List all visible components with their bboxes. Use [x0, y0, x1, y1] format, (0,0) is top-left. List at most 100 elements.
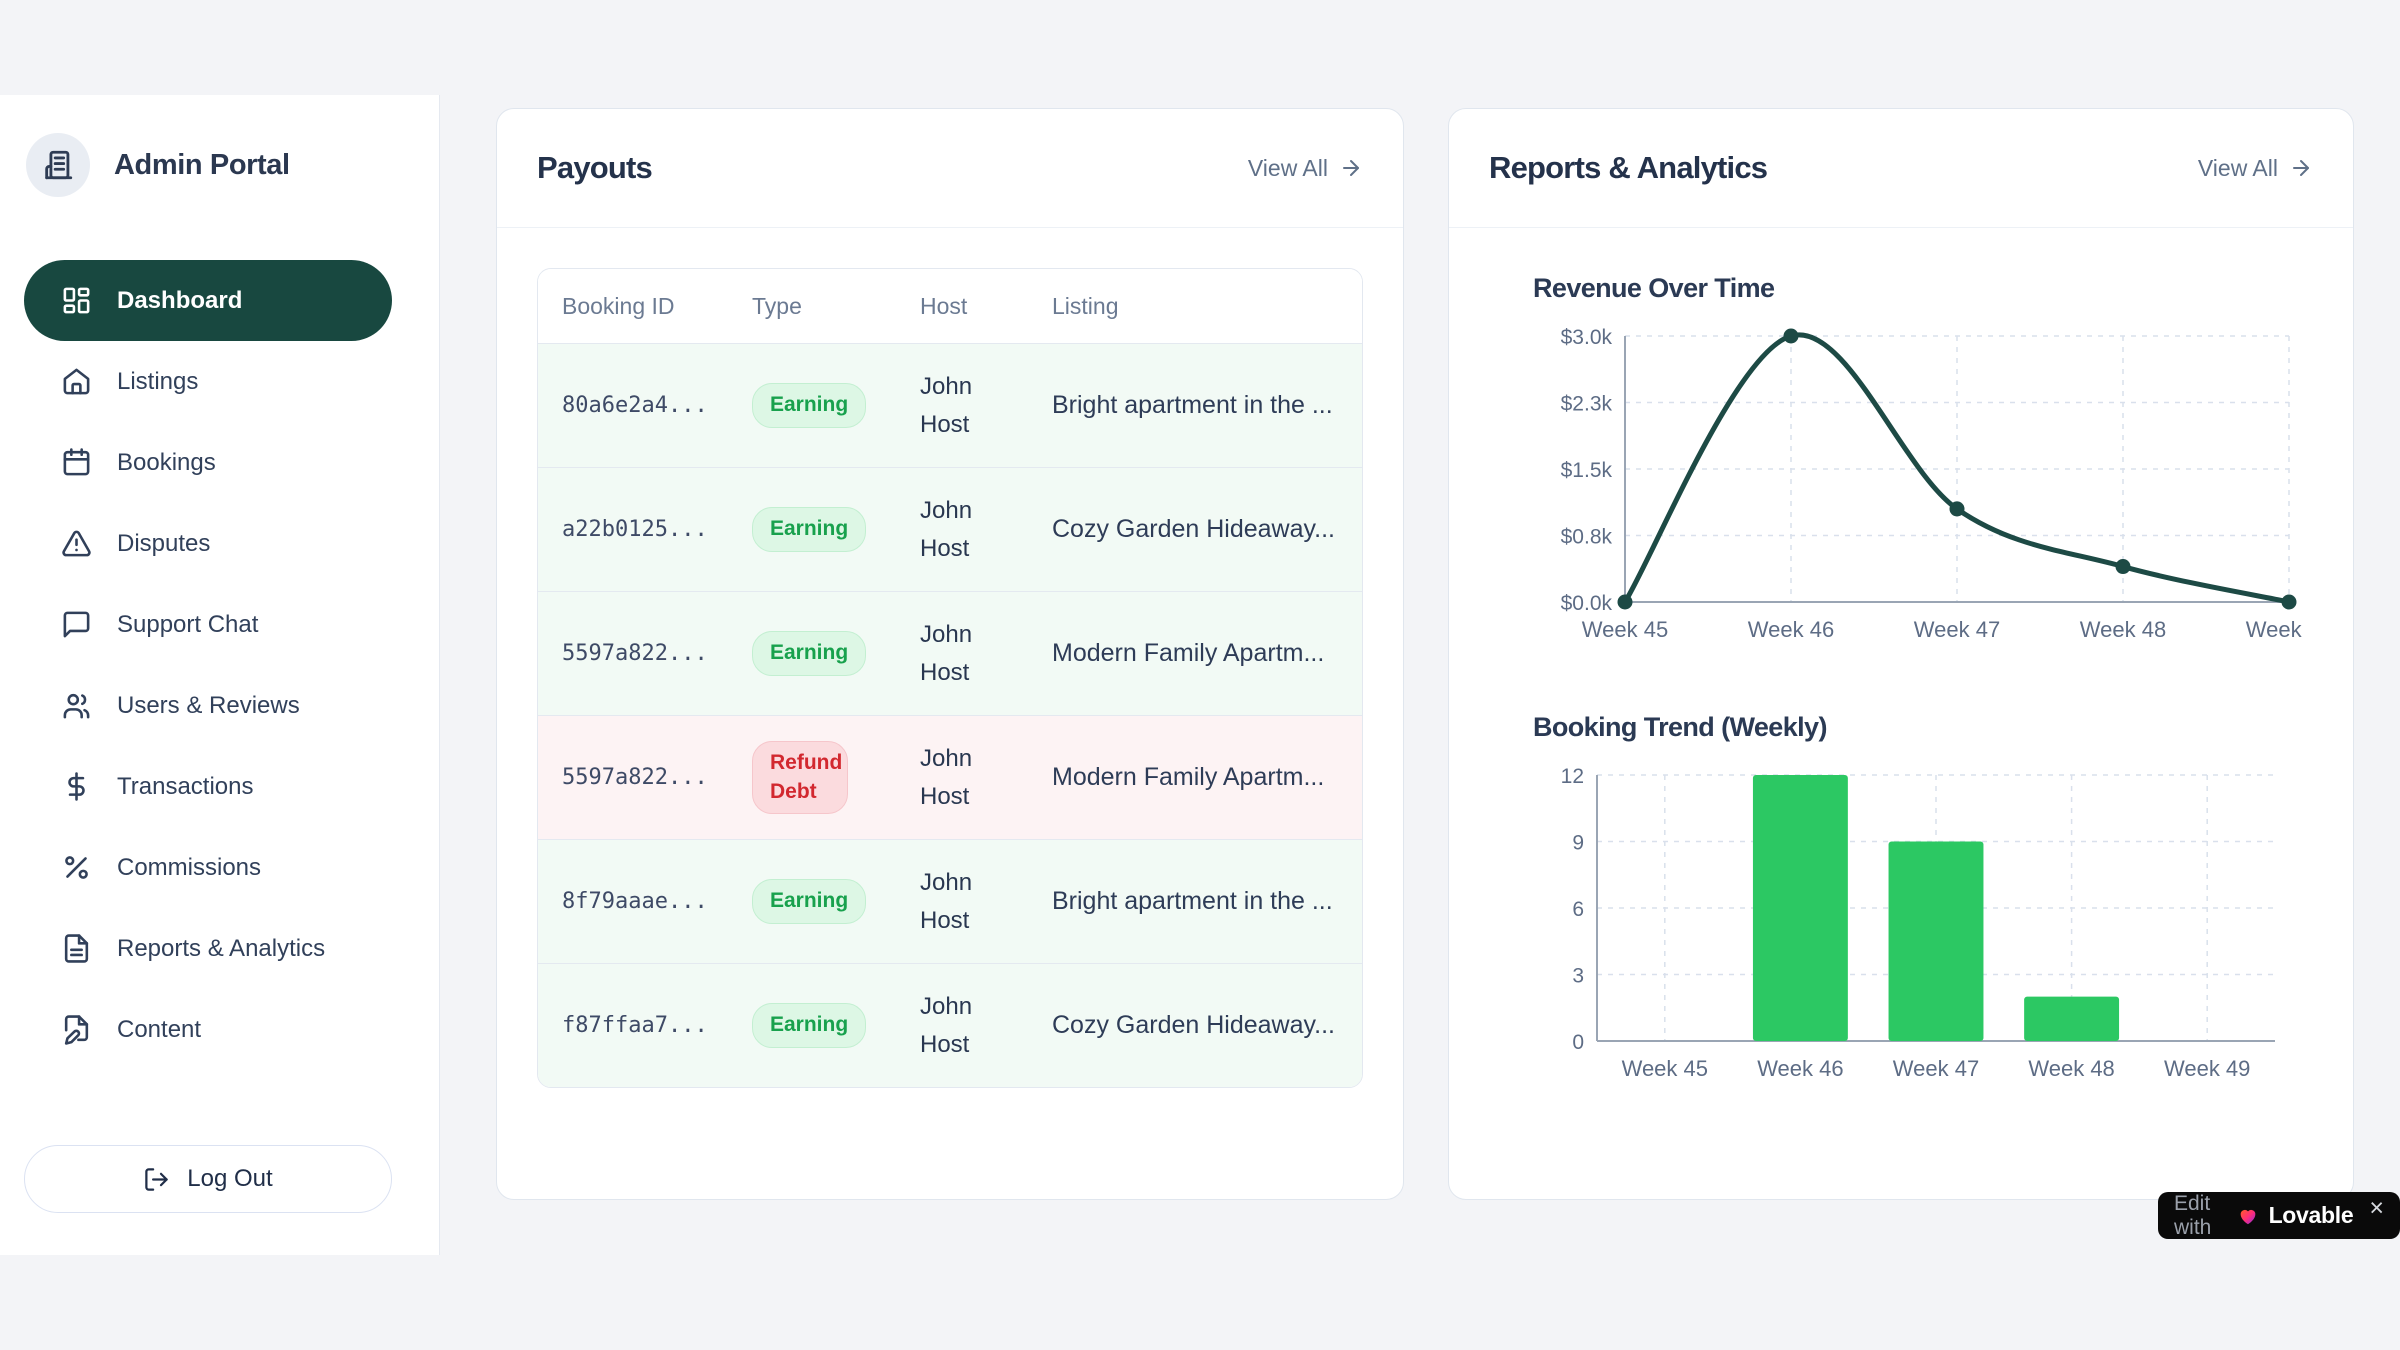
- sidebar-item-label: Users & Reviews: [117, 692, 300, 720]
- svg-text:Week 47: Week 47: [1893, 1056, 1979, 1081]
- host-cell: John Host: [896, 740, 1028, 814]
- host-cell: John Host: [896, 616, 1028, 690]
- booking-trend-bar-chart: 0 3 6 9 12 Week 45 Week 46 Week 47 Week 48 Week 4…: [1533, 759, 2303, 1089]
- booking-id-cell: 8f79aaae...: [538, 889, 728, 914]
- type-cell: Earning: [728, 879, 896, 923]
- reports-card-header: Reports & Analytics View All: [1449, 109, 2353, 228]
- sidebar-item-label: Disputes: [117, 530, 210, 558]
- svg-text:Week 46: Week 46: [1748, 617, 1834, 642]
- type-badge: Refund Debt: [752, 741, 848, 814]
- svg-text:$3.0k: $3.0k: [1561, 326, 1613, 349]
- revenue-line-chart: $0.0k $0.8k $1.5k $2.3k $3.0k Week 45 Week 46 W…: [1533, 320, 2303, 650]
- sidebar-item-label: Content: [117, 1016, 201, 1044]
- column-header-host: Host: [896, 293, 1028, 320]
- type-badge: Earning: [752, 383, 866, 427]
- type-badge: Earning: [752, 631, 866, 675]
- booking-id-cell: 5597a822...: [538, 641, 728, 666]
- file-pen-icon: [61, 1014, 92, 1045]
- table-row: 5597a822... Earning John HostModern Family…: [538, 591, 1362, 715]
- message-square-icon: [61, 609, 92, 640]
- host-cell: John Host: [896, 368, 1028, 442]
- sidebar-item-commissions[interactable]: Commissions: [24, 827, 392, 908]
- svg-text:Week 46: Week 46: [1757, 1056, 1843, 1081]
- file-text-icon: [61, 933, 92, 964]
- building-icon: [26, 133, 90, 197]
- svg-text:6: 6: [1572, 898, 1584, 921]
- listing-cell: Cozy Garden Hideaway...: [1028, 1011, 1362, 1040]
- sidebar-item-label: Support Chat: [117, 611, 258, 639]
- column-header-listing: Listing: [1028, 293, 1362, 320]
- dollar-sign-icon: [61, 771, 92, 802]
- sidebar-nav: Dashboard Listings Bookings Disputes Support…: [24, 260, 392, 1070]
- table-row: a22b0125...EarningJohn HostCozy Garden H…: [538, 467, 1362, 591]
- svg-text:3: 3: [1572, 965, 1584, 988]
- percent-icon: [61, 852, 92, 883]
- revenue-chart-title: Revenue Over Time: [1533, 273, 2353, 304]
- svg-text:9: 9: [1572, 832, 1584, 855]
- sidebar-item-label: Dashboard: [117, 287, 242, 315]
- svg-text:$0.8k: $0.8k: [1561, 526, 1613, 549]
- svg-text:Week 45: Week 45: [1582, 617, 1668, 642]
- lovable-heart-icon: [2237, 1205, 2259, 1227]
- app-logo-row: Admin Portal: [26, 133, 290, 197]
- listing-cell: Cozy Garden Hideaway...: [1028, 515, 1362, 544]
- home-icon: [61, 366, 92, 397]
- svg-text:Week 49: Week 49: [2246, 617, 2303, 642]
- listing-cell: Modern Family Apartm...: [1028, 639, 1362, 668]
- listing-cell: Modern Family Apartm...: [1028, 763, 1362, 792]
- arrow-right-icon: [2289, 156, 2313, 180]
- view-all-label: View All: [2198, 155, 2278, 182]
- payouts-card-header: Payouts View All: [497, 109, 1403, 228]
- type-cell: Earning: [728, 383, 896, 427]
- svg-text:Week 48: Week 48: [2028, 1056, 2114, 1081]
- host-cell: John Host: [896, 492, 1028, 566]
- sidebar-item-content[interactable]: Content: [24, 989, 392, 1070]
- sidebar-item-label: Transactions: [117, 773, 254, 801]
- edit-with-lovable-badge[interactable]: Edit with Lovable ×: [2158, 1192, 2400, 1239]
- payouts-view-all-button[interactable]: View All: [1248, 155, 1363, 182]
- type-cell: Earning: [728, 507, 896, 551]
- sidebar-item-transactions[interactable]: Transactions: [24, 746, 392, 827]
- table-row: f87ffaa7...EarningJohn HostCozy Garden H…: [538, 963, 1362, 1087]
- svg-text:$1.5k: $1.5k: [1561, 459, 1613, 482]
- sidebar-item-listings[interactable]: Listings: [24, 341, 392, 422]
- sidebar-item-label: Listings: [117, 368, 198, 396]
- payouts-table-header: Booking ID Type Host Listing: [538, 269, 1362, 343]
- listing-cell: Bright apartment in the ...: [1028, 887, 1362, 916]
- svg-text:12: 12: [1561, 765, 1584, 788]
- host-cell: John Host: [896, 864, 1028, 938]
- booking-id-cell: a22b0125...: [538, 517, 728, 542]
- calendar-icon: [61, 447, 92, 478]
- logout-icon: [143, 1166, 170, 1193]
- svg-text:Week 49: Week 49: [2164, 1056, 2250, 1081]
- sidebar-item-support-chat[interactable]: Support Chat: [24, 584, 392, 665]
- reports-card: Reports & Analytics View All Revenue Ove…: [1448, 108, 2354, 1200]
- type-cell: Earning: [728, 631, 896, 675]
- sidebar-item-reports-analytics[interactable]: Reports & Analytics: [24, 908, 392, 989]
- table-row: 8f79aaae... Earning John HostBright apartm…: [538, 839, 1362, 963]
- logout-label: Log Out: [187, 1165, 272, 1193]
- sidebar-item-users-reviews[interactable]: Users & Reviews: [24, 665, 392, 746]
- type-badge: Earning: [752, 879, 866, 923]
- host-cell: John Host: [896, 988, 1028, 1062]
- edit-with-label: Edit with: [2174, 1192, 2227, 1240]
- table-row: 80a6e2a4...EarningJohn HostBright apartm…: [538, 343, 1362, 467]
- sidebar-item-disputes[interactable]: Disputes: [24, 503, 392, 584]
- users-icon: [61, 690, 92, 721]
- sidebar-item-label: Reports & Analytics: [117, 935, 325, 963]
- sidebar-item-label: Commissions: [117, 854, 261, 882]
- close-icon[interactable]: ×: [2369, 1196, 2384, 1221]
- logout-button[interactable]: Log Out: [24, 1145, 392, 1213]
- svg-text:$2.3k: $2.3k: [1561, 393, 1613, 416]
- layout-dashboard-icon: [61, 285, 92, 316]
- sidebar-item-dashboard[interactable]: Dashboard: [24, 260, 392, 341]
- svg-text:Week 45: Week 45: [1622, 1056, 1708, 1081]
- type-badge: Earning: [752, 1003, 866, 1047]
- reports-view-all-button[interactable]: View All: [2198, 155, 2313, 182]
- listing-cell: Bright apartment in the ...: [1028, 391, 1362, 420]
- svg-text:$0.0k: $0.0k: [1561, 592, 1613, 615]
- alert-triangle-icon: [61, 528, 92, 559]
- svg-text:0: 0: [1572, 1031, 1584, 1054]
- view-all-label: View All: [1248, 155, 1328, 182]
- sidebar-item-bookings[interactable]: Bookings: [24, 422, 392, 503]
